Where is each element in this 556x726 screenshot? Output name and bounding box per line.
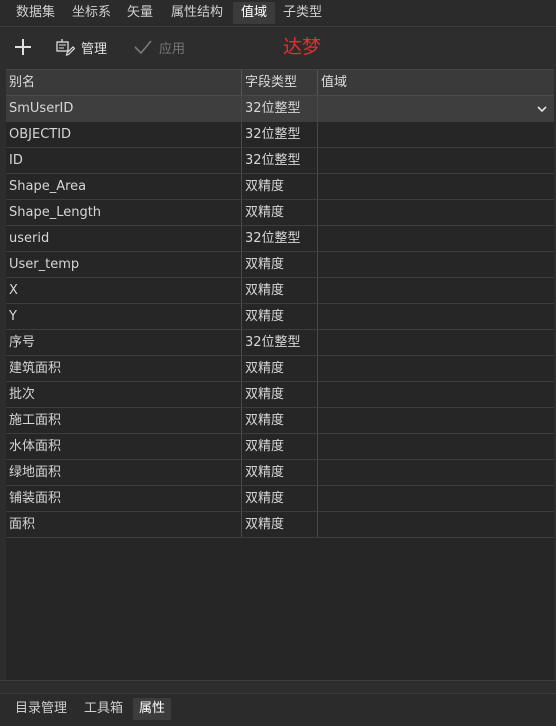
cell-domain[interactable]	[318, 122, 554, 147]
cell-field-type: 双精度	[242, 486, 318, 511]
cell-alias: OBJECTID	[6, 122, 242, 147]
top-tab-bar: 数据集 坐标系 矢量 属性结构 值域 子类型	[0, 0, 556, 27]
table-row[interactable]: Y 双精度	[6, 304, 554, 330]
cell-alias: ID	[6, 148, 242, 173]
table-row[interactable]: 建筑面积 双精度	[6, 356, 554, 382]
cell-alias: SmUserID	[6, 96, 242, 121]
tab-properties[interactable]: 属性	[133, 698, 172, 720]
apply-button[interactable]: 应用	[133, 33, 185, 61]
add-button[interactable]	[12, 33, 34, 61]
column-header-domain[interactable]: 值域	[318, 70, 554, 95]
bottom-tab-bar: 目录管理 工具箱 属性	[0, 693, 556, 726]
cell-domain[interactable]	[318, 330, 554, 355]
table-row[interactable]: ID 32位整型	[6, 148, 554, 174]
cell-domain[interactable]	[318, 408, 554, 433]
cell-field-type: 双精度	[242, 356, 318, 381]
cell-field-type: 双精度	[242, 304, 318, 329]
cell-domain[interactable]	[318, 148, 554, 173]
tab-vector[interactable]: 矢量	[119, 2, 161, 24]
table-row[interactable]: 铺装面积 双精度	[6, 486, 554, 512]
table-row[interactable]: User_temp 双精度	[6, 252, 554, 278]
attribute-panel: 数据集 坐标系 矢量 属性结构 值域 子类型 管理 应用 达梦 别名 字段类型 …	[0, 0, 556, 726]
table-row[interactable]: OBJECTID 32位整型	[6, 122, 554, 148]
tab-subtype[interactable]: 子类型	[275, 2, 330, 24]
toolbar: 管理 应用 达梦	[0, 27, 556, 67]
cell-alias: 施工面积	[6, 408, 242, 433]
plus-icon	[15, 39, 31, 55]
check-icon	[134, 40, 152, 55]
table-row[interactable]: 绿地面积 双精度	[6, 460, 554, 486]
cell-field-type: 32位整型	[242, 330, 318, 355]
table-row[interactable]: SmUserID 32位整型	[6, 96, 554, 122]
brand-text: 达梦	[283, 36, 322, 58]
table-row[interactable]: 施工面积 双精度	[6, 408, 554, 434]
cell-domain[interactable]	[318, 252, 554, 277]
chevron-down-icon[interactable]	[536, 103, 548, 115]
cell-alias: Shape_Length	[6, 200, 242, 225]
cell-alias: 批次	[6, 382, 242, 407]
column-header-alias[interactable]: 别名	[6, 70, 242, 95]
cell-field-type: 双精度	[242, 174, 318, 199]
cell-domain[interactable]	[318, 304, 554, 329]
cell-field-type: 双精度	[242, 460, 318, 485]
tab-domain[interactable]: 值域	[233, 2, 276, 24]
cell-alias: Shape_Area	[6, 174, 242, 199]
cell-domain[interactable]	[318, 382, 554, 407]
cell-alias: 铺装面积	[6, 486, 242, 511]
column-header-field-type[interactable]: 字段类型	[242, 70, 318, 95]
tab-coordinate-system[interactable]: 坐标系	[64, 2, 119, 24]
cell-field-type: 32位整型	[242, 226, 318, 251]
cell-domain[interactable]	[318, 486, 554, 511]
table-header: 别名 字段类型 值域	[6, 70, 554, 96]
manage-label: 管理	[81, 41, 108, 57]
cell-domain[interactable]	[318, 174, 554, 199]
table-row[interactable]: userid 32位整型	[6, 226, 554, 252]
apply-label: 应用	[159, 41, 186, 57]
cell-field-type: 双精度	[242, 512, 318, 537]
table-row[interactable]: 序号 32位整型	[6, 330, 554, 356]
table-row[interactable]: 面积 双精度	[6, 512, 554, 538]
cell-domain[interactable]	[318, 512, 554, 537]
divider	[0, 680, 556, 681]
cell-domain[interactable]	[318, 278, 554, 303]
tab-attribute-structure[interactable]: 属性结构	[163, 2, 231, 24]
cell-field-type: 双精度	[242, 408, 318, 433]
cell-domain[interactable]	[318, 356, 554, 381]
table-row[interactable]: Shape_Length 双精度	[6, 200, 554, 226]
table-row[interactable]: Shape_Area 双精度	[6, 174, 554, 200]
cell-field-type: 双精度	[242, 278, 318, 303]
cell-domain[interactable]	[318, 460, 554, 485]
table-row[interactable]: X 双精度	[6, 278, 554, 304]
cell-field-type: 32位整型	[242, 122, 318, 147]
tab-dataset[interactable]: 数据集	[8, 2, 63, 24]
field-domain-table: 别名 字段类型 值域 SmUserID 32位整型 OBJECTID 32位整型 ID 3…	[6, 69, 554, 681]
tab-toolbox[interactable]: 工具箱	[78, 698, 129, 720]
cell-field-type: 32位整型	[242, 96, 318, 121]
cell-alias: User_temp	[6, 252, 242, 277]
cell-alias: userid	[6, 226, 242, 251]
cell-field-type: 双精度	[242, 200, 318, 225]
cell-alias: 建筑面积	[6, 356, 242, 381]
cell-field-type: 双精度	[242, 382, 318, 407]
cell-field-type: 双精度	[242, 252, 318, 277]
cell-alias: Y	[6, 304, 242, 329]
cell-alias: 序号	[6, 330, 242, 355]
manage-button[interactable]: 管理	[55, 33, 107, 61]
cell-alias: X	[6, 278, 242, 303]
cell-alias: 水体面积	[6, 434, 242, 459]
table-row[interactable]: 水体面积 双精度	[6, 434, 554, 460]
cell-domain[interactable]	[318, 226, 554, 251]
cell-domain[interactable]	[318, 96, 554, 121]
cell-domain[interactable]	[318, 200, 554, 225]
cell-domain[interactable]	[318, 434, 554, 459]
table-row[interactable]: 批次 双精度	[6, 382, 554, 408]
cell-field-type: 32位整型	[242, 148, 318, 173]
cell-field-type: 双精度	[242, 434, 318, 459]
cell-alias: 面积	[6, 512, 242, 537]
manage-edit-icon	[56, 39, 75, 56]
cell-alias: 绿地面积	[6, 460, 242, 485]
tab-catalog-management[interactable]: 目录管理	[9, 698, 73, 720]
